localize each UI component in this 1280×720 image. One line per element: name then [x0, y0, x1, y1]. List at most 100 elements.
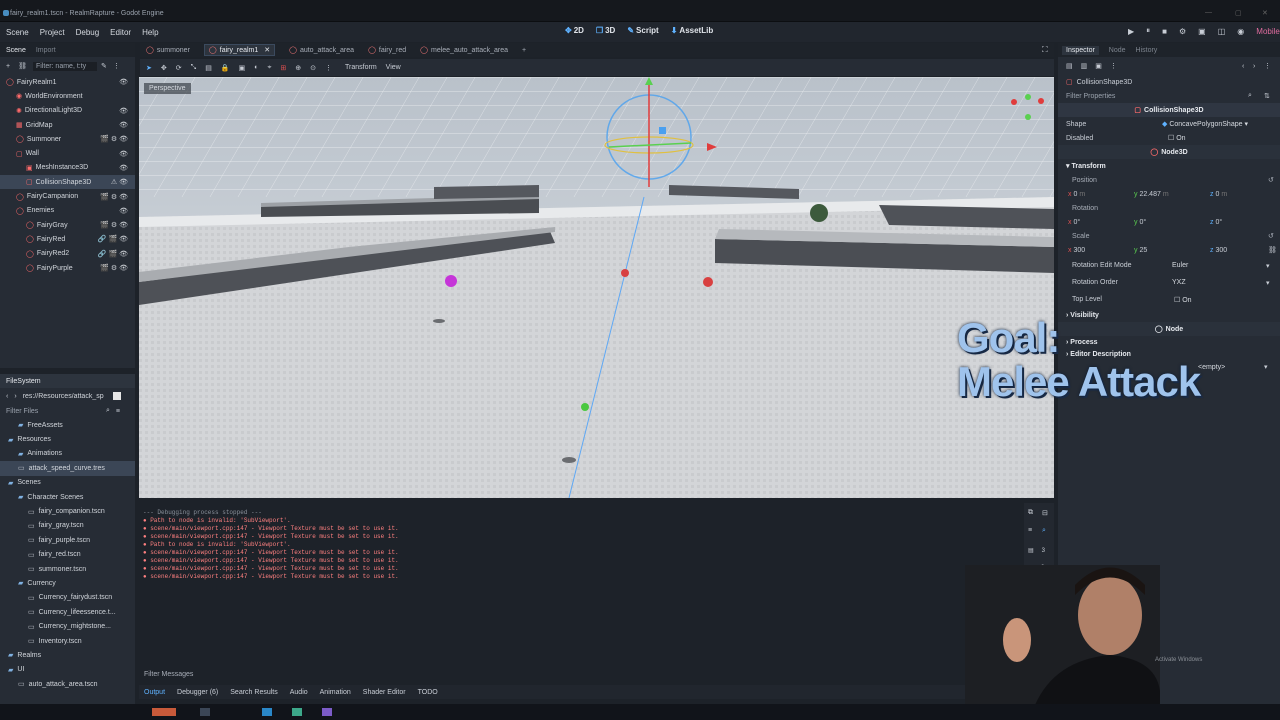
history-forward-icon[interactable]: › [1253, 63, 1255, 70]
menu-scene[interactable]: Scene [6, 28, 29, 37]
filter-messages-input[interactable]: Filter Messages [139, 668, 1054, 683]
tab-history[interactable]: History [1136, 47, 1158, 54]
visibility-eye-icon[interactable]: 👁 [119, 107, 128, 115]
fs-file[interactable]: ▭ Inventory.tscn [0, 634, 135, 648]
menu-help[interactable]: Help [142, 28, 158, 37]
bone-icon[interactable]: ⌖ [267, 64, 271, 72]
menu-project[interactable]: Project [40, 28, 65, 37]
revert-position-icon[interactable]: ↺ [1268, 176, 1274, 184]
history-back-icon[interactable]: ‹ [1242, 63, 1244, 70]
scene-node[interactable]: ◯ FairyRealm1 👁 [0, 75, 135, 89]
workspace-3d[interactable]: ❒ 3D [596, 26, 615, 35]
taskbar-app-icon-3[interactable] [262, 708, 272, 716]
scene-node[interactable]: ◯ Summoner 🎬 ⚙ 👁 [0, 132, 135, 146]
scene-node[interactable]: ▣ MeshInstance3D 👁 [0, 161, 135, 175]
tab-scene[interactable]: Scene [6, 47, 26, 54]
list-select-icon[interactable]: ▤ [205, 64, 212, 72]
stop-icon[interactable]: ■ [1162, 27, 1167, 36]
shape-property[interactable]: Shape ◆ ConcavePolygonShape ▾ [1058, 117, 1280, 131]
renderer-select[interactable]: Mobile [1256, 27, 1280, 36]
fs-file[interactable]: ▭ fairy_gray.tscn [0, 519, 135, 533]
rotation-order[interactable]: Rotation Order YXZ ▾ [1058, 274, 1280, 291]
visibility-eye-icon[interactable]: 🎬 ⚙ 👁 [100, 135, 128, 143]
scene-tab[interactable]: ◯ fairy_red [368, 46, 406, 54]
local-space-icon[interactable]: ⊕ [295, 64, 301, 72]
snap-icon[interactable]: ⊞ [280, 64, 286, 72]
disabled-checkbox[interactable]: ☐ On [1168, 134, 1186, 142]
extra-options-icon[interactable]: ⋮ [1110, 62, 1117, 70]
scene-node[interactable]: ✺ DirectionalLight3D 👁 [0, 104, 135, 118]
fs-file[interactable]: ▭ fairy_red.tscn [0, 548, 135, 562]
script-value[interactable]: <empty> [1198, 364, 1225, 371]
scene-node[interactable]: ▢ CollisionShape3D ⚠ 👁 [0, 175, 135, 190]
transform-group[interactable]: ▾ Transform [1058, 159, 1280, 173]
scene-node[interactable]: ◯ FairyRed 🔗 🎬 👁 [0, 232, 135, 246]
close-tab-icon[interactable]: ✕ [264, 47, 270, 54]
rotation-z[interactable]: z 0° [1210, 219, 1222, 226]
scene-node[interactable]: ▢ Wall 👁 [0, 146, 135, 160]
visibility-eye-icon[interactable]: 👁 [119, 207, 128, 215]
taskbar-app-icon-5[interactable] [322, 708, 332, 716]
inspector-filter-input[interactable]: Filter Properties [1066, 93, 1115, 100]
position-z[interactable]: z 0 m [1210, 191, 1227, 198]
rotation-x[interactable]: x 0° [1068, 219, 1134, 226]
scale-y[interactable]: y 25 [1134, 247, 1210, 254]
visibility-eye-icon[interactable]: 👁 [119, 121, 128, 129]
scene-node[interactable]: ◯ FairyCampanion 🎬 ⚙ 👁 [0, 189, 135, 203]
split-icon[interactable] [112, 392, 121, 400]
tab-import[interactable]: Import [36, 47, 56, 54]
view-menu[interactable]: View [386, 64, 401, 71]
fs-folder[interactable]: ▰ Scenes [0, 476, 135, 490]
inspected-object[interactable]: ▢ CollisionShape3D [1058, 75, 1280, 89]
visibility-eye-icon[interactable]: 🎬 ⚙ 👁 [100, 221, 128, 229]
position-x[interactable]: x 0 m [1068, 191, 1134, 198]
rotate-tool-icon[interactable]: ⟳ [176, 64, 182, 72]
fs-folder[interactable]: ▰ FreeAssets [0, 418, 135, 432]
fs-folder[interactable]: ▰ Realms [0, 648, 135, 662]
scene-node[interactable]: ▦ GridMap 👁 [0, 118, 135, 132]
workspace-2d[interactable]: ✥ 2D [565, 26, 584, 35]
save-resource-icon[interactable]: ▣ [1095, 62, 1102, 70]
script-dropdown-icon[interactable]: ▾ [1264, 363, 1268, 371]
bottom-tab[interactable]: Output [144, 689, 165, 696]
3d-viewport[interactable]: Perspective [139, 77, 1054, 498]
scene-node[interactable]: ◯ FairyPurple 🎬 ⚙ 👁 [0, 261, 135, 275]
load-resource-icon[interactable]: ▥ [1081, 62, 1088, 70]
bottom-tab[interactable]: Shader Editor [363, 689, 406, 696]
visibility-eye-icon[interactable]: 👁 [119, 164, 128, 172]
play-custom-icon[interactable]: ◫ [1218, 27, 1226, 36]
distraction-free-icon[interactable]: ⛶ [1042, 45, 1048, 55]
scale-link-icon[interactable]: ⛓ [1268, 246, 1277, 254]
bottom-tab[interactable]: Debugger (6) [177, 689, 218, 696]
scene-node[interactable]: ◯ FairyGray 🎬 ⚙ 👁 [0, 218, 135, 232]
scene-node[interactable]: ◉ WorldEnvironment [0, 89, 135, 103]
scene-tab[interactable]: ◯ fairy_realm1 ✕ [203, 44, 276, 56]
fs-folder[interactable]: ▰ Resources [0, 432, 135, 446]
visibility-eye-icon[interactable]: 👁 [119, 150, 128, 158]
rotation-y[interactable]: y 0° [1134, 219, 1210, 226]
link-icon[interactable]: ⛓ [18, 62, 27, 70]
filter-options-icon[interactable]: ⇅ [1264, 92, 1270, 100]
position-y[interactable]: y 22.487 m [1134, 191, 1210, 198]
menu-debug[interactable]: Debug [76, 28, 100, 37]
bottom-tab[interactable]: TODO [418, 689, 438, 696]
add-tab-icon[interactable]: + [522, 47, 526, 54]
close-window-icon[interactable]: ✕ [1262, 9, 1268, 17]
group-icon[interactable]: ▣ [239, 64, 246, 72]
copy-icon[interactable]: ⧉ [1028, 509, 1033, 517]
fs-file[interactable]: ▭ Currency_mightstone... [0, 619, 135, 633]
fs-folder[interactable]: ▰ Currency [0, 576, 135, 590]
scene-tab[interactable]: ◯ melee_auto_attack_area [420, 46, 508, 54]
taskbar-app-icon-4[interactable] [292, 708, 302, 716]
visibility-eye-icon[interactable]: 🎬 ⚙ 👁 [100, 264, 128, 272]
ruler-icon[interactable]: ◐ [254, 64, 258, 71]
bottom-tab[interactable]: Search Results [230, 689, 277, 696]
fs-folder[interactable]: ▰ UI [0, 663, 135, 677]
add-node-icon[interactable]: + [6, 63, 10, 70]
fs-folder[interactable]: ▰ Animations [0, 447, 135, 461]
shape-value[interactable]: ◆ ConcavePolygonShape ▾ [1162, 120, 1248, 128]
workspace-assetlib[interactable]: ⬇ AssetLib [671, 26, 714, 35]
fs-folder[interactable]: ▰ Character Scenes [0, 490, 135, 504]
new-resource-icon[interactable]: ▤ [1066, 62, 1073, 70]
lock-icon[interactable]: 🔒 [221, 64, 230, 72]
